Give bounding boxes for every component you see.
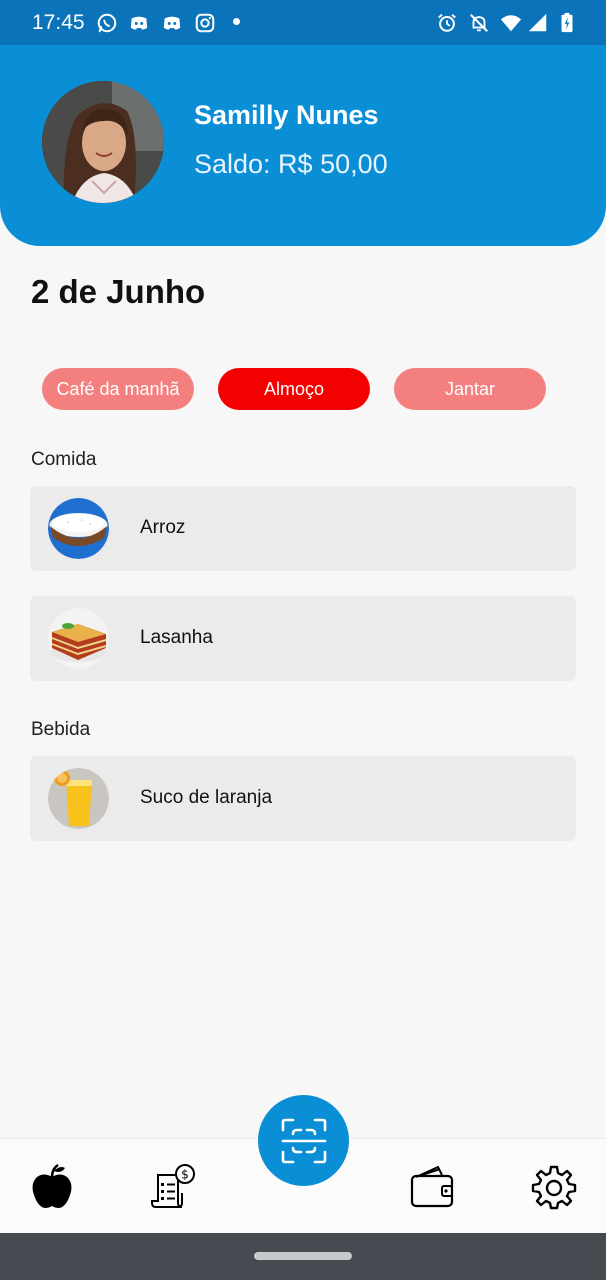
user-name: Samilly Nunes	[194, 100, 379, 130]
alarm-icon	[438, 13, 456, 32]
food-name: Arroz	[140, 517, 186, 538]
tab-almoco[interactable]: Almoço	[218, 368, 370, 410]
nav-receipts[interactable]: $	[148, 1163, 196, 1211]
discord-icon	[163, 16, 181, 30]
bell-off-icon	[470, 14, 488, 32]
gear-icon	[531, 1165, 577, 1210]
list-item[interactable]: Lasanha	[30, 596, 576, 681]
profile-header: Samilly Nunes Saldo: R$ 50,00	[0, 45, 606, 246]
list-item[interactable]: Suco de laranja	[30, 756, 576, 841]
avatar-photo	[42, 81, 164, 203]
battery-charging-icon	[561, 12, 573, 33]
system-navigation-bar	[0, 1233, 606, 1280]
receipt-dollar-icon: $	[151, 1164, 195, 1208]
svg-text:$: $	[181, 1168, 189, 1182]
nav-settings[interactable]	[530, 1163, 578, 1211]
user-balance: Saldo: R$ 50,00	[194, 149, 388, 179]
home-gesture-handle[interactable]	[254, 1252, 352, 1260]
tab-cafe-da-manha[interactable]: Café da manhã	[42, 368, 194, 410]
signal-icon	[528, 13, 547, 32]
orange-juice-image	[48, 768, 109, 829]
status-bar: 17:45	[0, 0, 606, 45]
discord-icon	[130, 16, 148, 30]
page-title: 2 de Junho	[31, 273, 206, 310]
whatsapp-icon	[97, 13, 117, 33]
tab-jantar[interactable]: Jantar	[394, 368, 546, 410]
wifi-icon	[500, 15, 522, 32]
list-item[interactable]: Arroz	[30, 486, 576, 571]
notification-dot	[233, 18, 240, 25]
status-time: 17:45	[32, 11, 85, 34]
food-name: Lasanha	[140, 627, 213, 648]
section-title-comida: Comida	[31, 449, 97, 470]
rice-bowl-image	[48, 498, 109, 559]
scan-button[interactable]	[258, 1095, 349, 1186]
apple-icon	[32, 1163, 72, 1208]
instagram-icon	[195, 13, 215, 33]
wallet-icon	[410, 1165, 454, 1208]
section-title-bebida: Bebida	[31, 719, 91, 740]
nav-wallet[interactable]	[408, 1163, 456, 1211]
avatar[interactable]	[42, 81, 164, 203]
lasagna-image	[48, 608, 109, 669]
food-name: Suco de laranja	[140, 787, 273, 808]
qr-scan-icon	[281, 1118, 326, 1163]
nav-apple[interactable]	[28, 1163, 76, 1211]
